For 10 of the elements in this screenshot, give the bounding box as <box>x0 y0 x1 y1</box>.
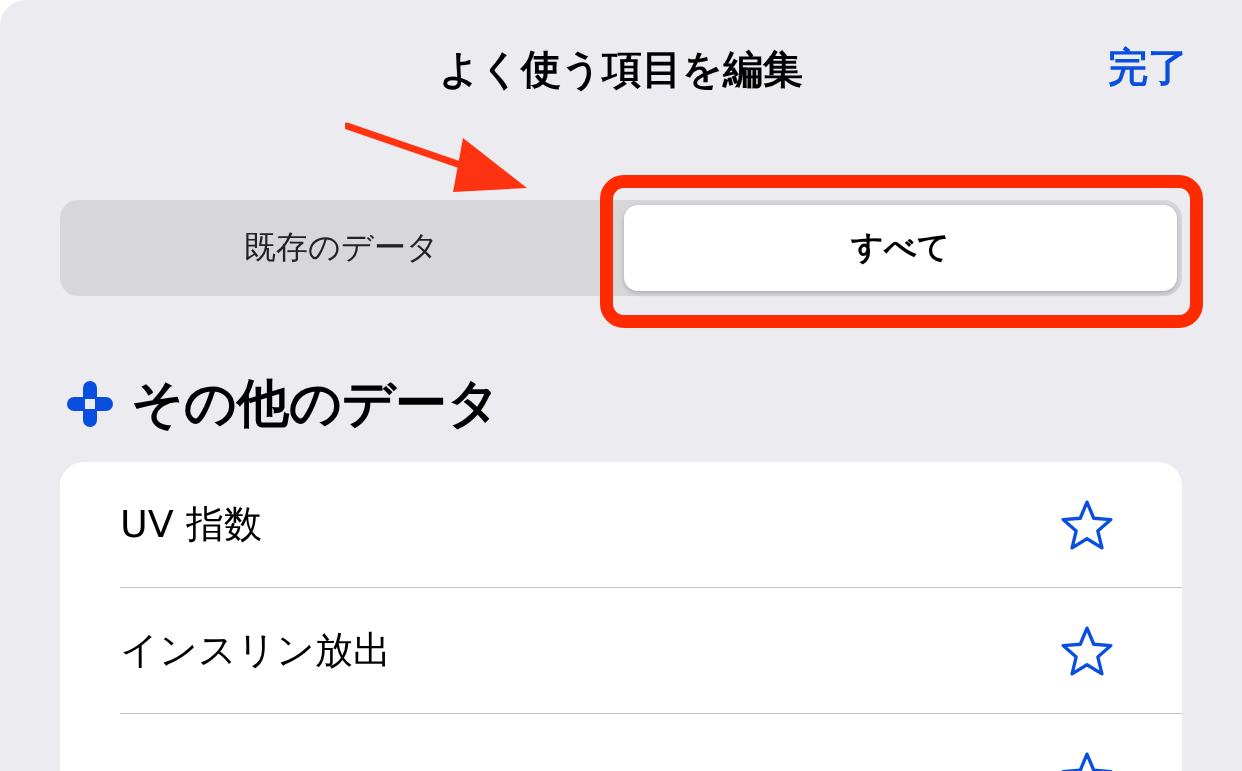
segment-tab[interactable]: 既存のデータ <box>65 205 618 291</box>
done-button[interactable]: 完了 <box>1108 40 1188 95</box>
section-heading: その他のデータ <box>131 372 500 435</box>
health-cross-icon <box>67 381 113 427</box>
list-item-label: インスリン放出 <box>120 627 391 674</box>
star-icon[interactable] <box>1060 498 1114 551</box>
segment-tab[interactable]: すべて <box>624 205 1177 291</box>
sheet-title: よく使う項目を編集 <box>439 44 803 94</box>
list-item-label: UV 指数 <box>120 501 262 548</box>
star-icon[interactable] <box>1060 624 1114 677</box>
